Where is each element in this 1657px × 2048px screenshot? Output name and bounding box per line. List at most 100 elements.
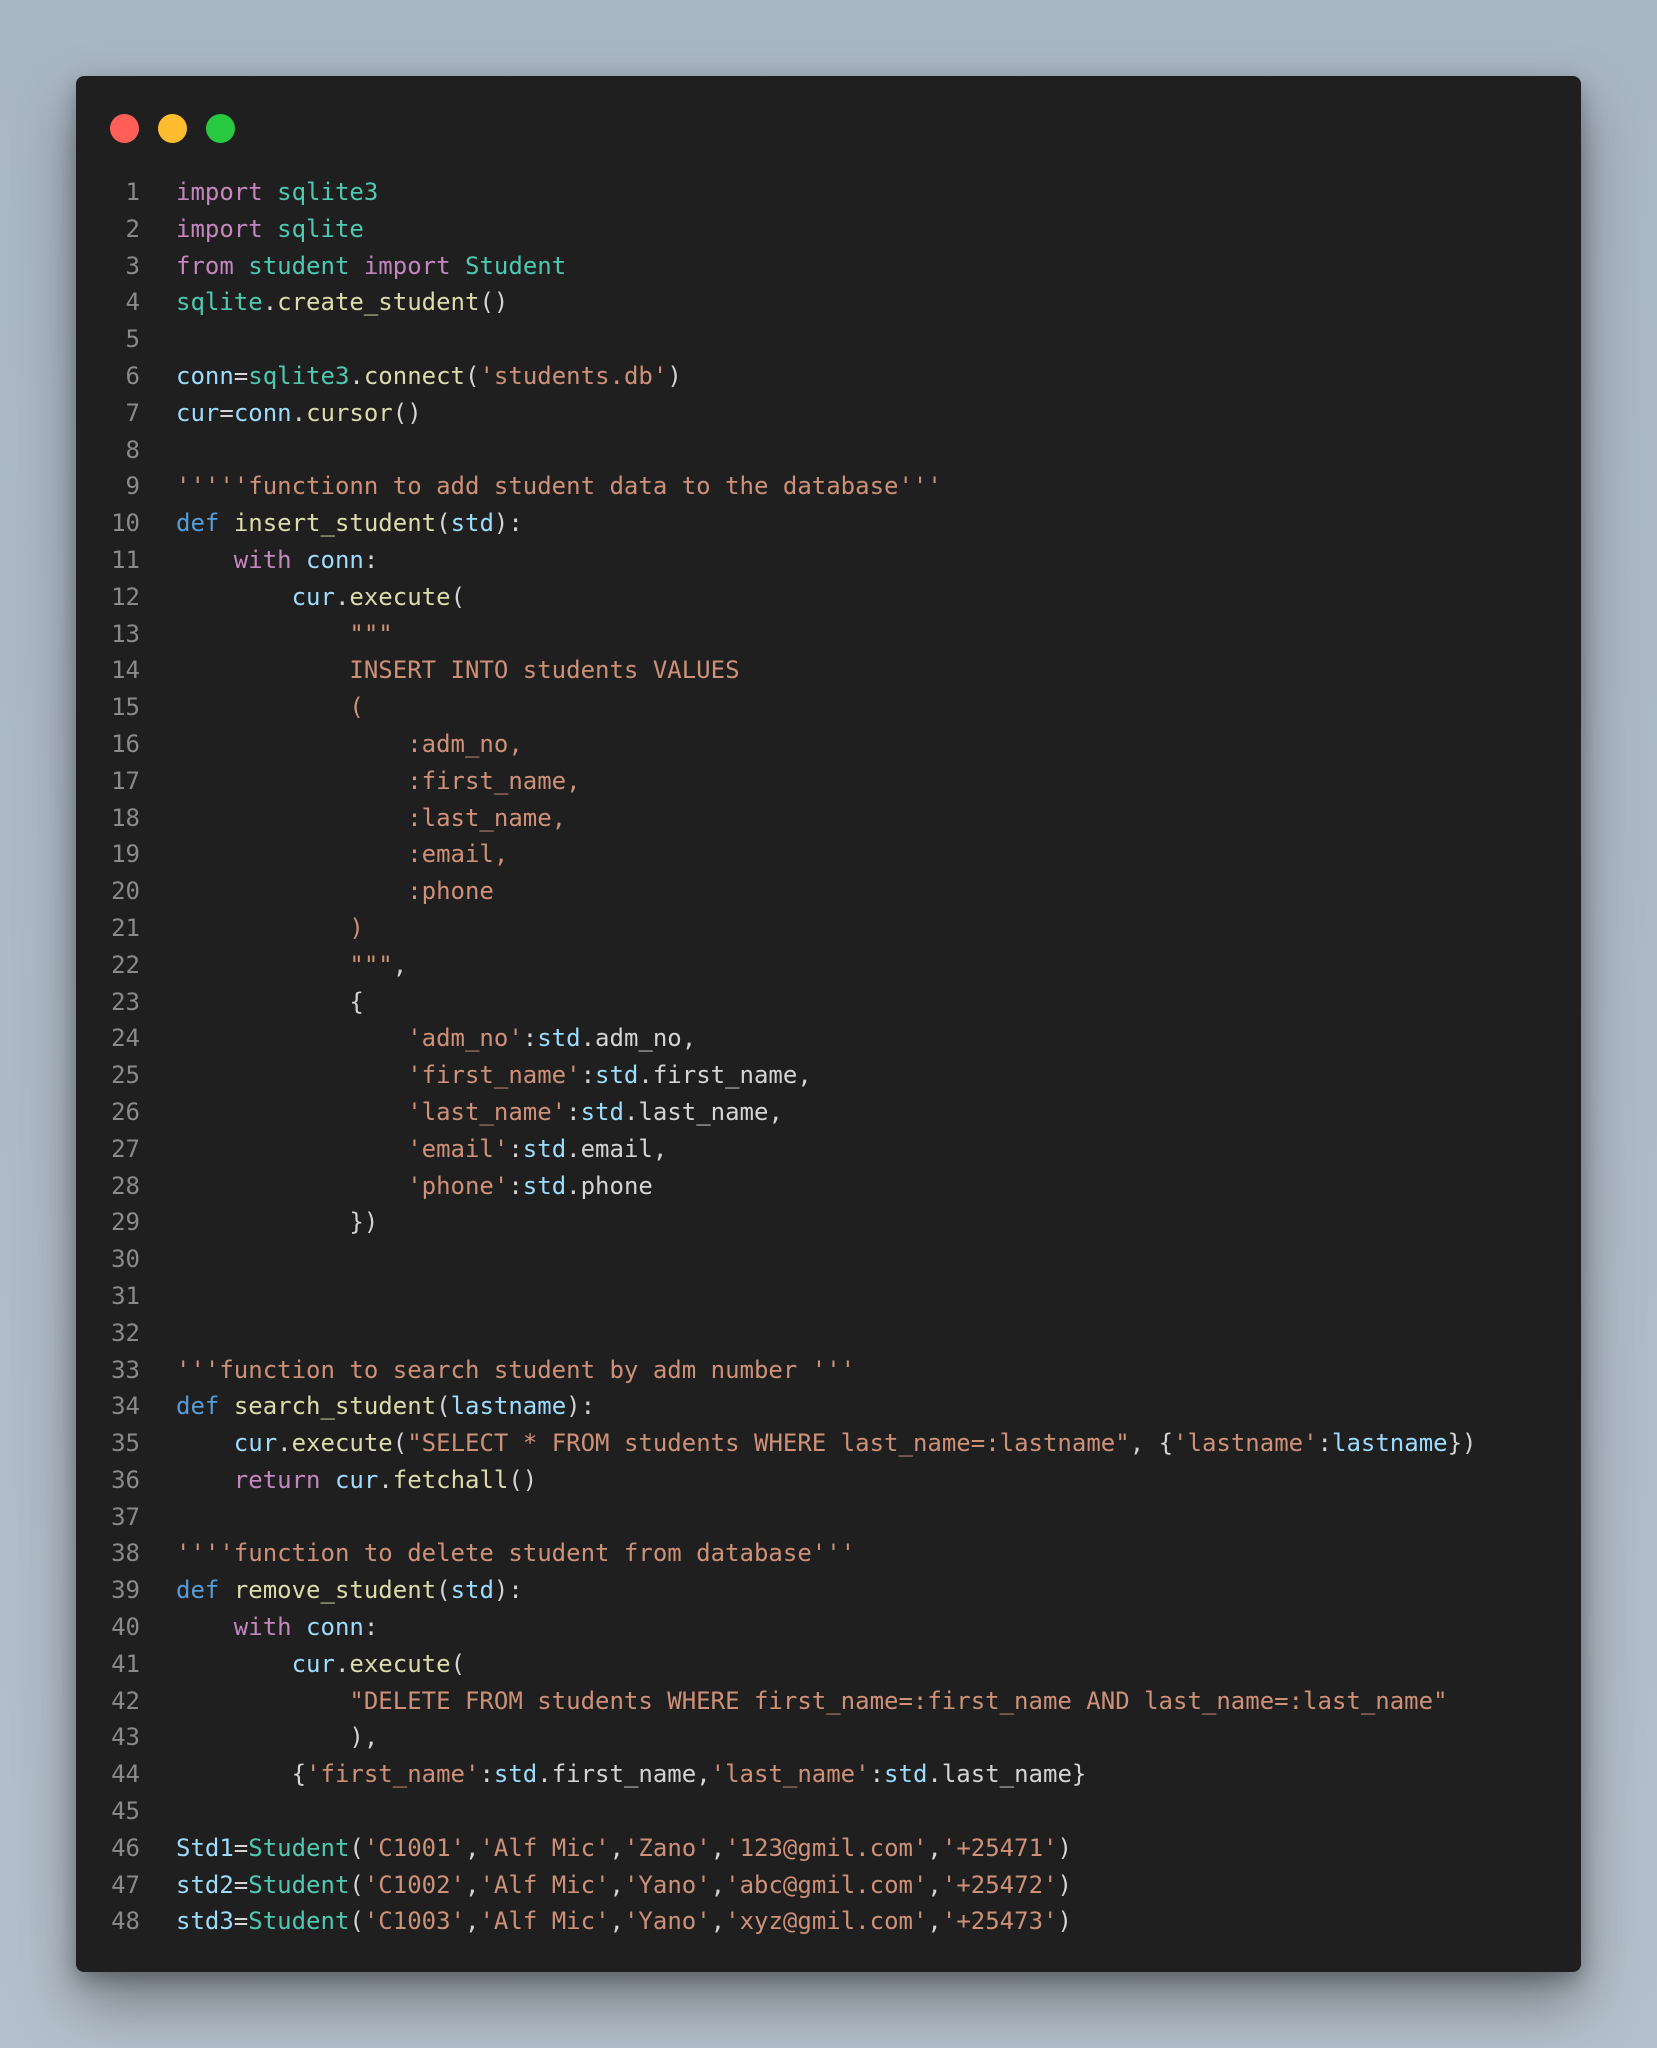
code-token: 'students.db' <box>479 361 668 390</box>
code-token: std <box>884 1760 928 1789</box>
code-line: 9 '''''functionn to add student data to t… <box>76 468 1581 505</box>
code-token: '123@gmil.com' <box>725 1833 928 1862</box>
line-number: 2 <box>125 214 140 243</box>
code-token: student <box>248 251 350 280</box>
code-token: . <box>277 1429 292 1458</box>
line-source: def search_student(lastname): <box>176 1388 595 1425</box>
code-token: , <box>609 1870 624 1899</box>
code-token: , <box>465 1870 480 1899</box>
code-token: : <box>508 1171 523 1200</box>
code-line: 31 <box>76 1278 1581 1315</box>
code-line: 6 conn=sqlite3.connect('students.db') <box>76 358 1581 395</box>
code-token: '+25471' <box>941 1833 1058 1862</box>
code-token: ( <box>349 1907 364 1936</box>
line-source: """, <box>176 947 407 984</box>
line-number: 25 <box>111 1061 140 1090</box>
code-token: }) <box>176 1208 379 1237</box>
line-number: 10 <box>111 509 140 538</box>
code-token: . <box>291 398 307 427</box>
code-line: 46 Std1=Student('C1001','Alf Mic','Zano',… <box>76 1830 1581 1867</box>
line-number: 48 <box>111 1907 140 1936</box>
code-token: = <box>233 1870 249 1899</box>
code-token: std <box>450 509 494 538</box>
code-token: .last_name} <box>927 1760 1087 1789</box>
code-token: :email, <box>407 840 509 869</box>
line-source: return cur.fetchall() <box>176 1462 537 1499</box>
code-token: = <box>233 1907 249 1936</box>
code-token: std <box>450 1576 494 1605</box>
line-number: 24 <box>111 1024 140 1053</box>
code-line: 8 <box>76 432 1581 469</box>
code-token: ( <box>436 1392 451 1421</box>
code-token: : <box>1317 1429 1332 1458</box>
line-number: 32 <box>111 1318 140 1347</box>
code-token: def <box>176 1576 220 1605</box>
code-token: ) <box>667 361 682 390</box>
line-number: 28 <box>111 1171 140 1200</box>
line-number: 31 <box>111 1281 140 1310</box>
line-number: 8 <box>125 435 140 464</box>
code-token: ): <box>493 1576 523 1605</box>
code-token: 'phone' <box>407 1171 509 1200</box>
code-token: '''''functionn to add student data to th… <box>176 472 942 501</box>
code-token: INSERT INTO students VALUES <box>349 656 740 685</box>
code-token: sqlite <box>176 288 263 317</box>
line-number: 37 <box>111 1502 140 1531</box>
code-token: std <box>522 1134 567 1163</box>
line-number: 17 <box>111 766 140 795</box>
code-token: fetchall <box>392 1465 509 1494</box>
code-token: . <box>334 582 350 611</box>
line-number: 15 <box>111 693 140 722</box>
line-number: 1 <box>125 178 140 206</box>
line-number: 29 <box>111 1208 140 1237</box>
line-source: '''''functionn to add student data to th… <box>176 468 942 505</box>
code-token: insert_student <box>233 509 437 538</box>
code-line: 25 'first_name':std.first_name, <box>76 1057 1581 1094</box>
code-line: 34 def search_student(lastname): <box>76 1388 1581 1425</box>
minimize-button[interactable] <box>158 114 187 143</box>
line-number: 30 <box>111 1245 140 1274</box>
code-token: cur <box>334 1465 379 1494</box>
line-source: with conn: <box>176 1609 379 1646</box>
maximize-button[interactable] <box>206 114 235 143</box>
code-token: , <box>710 1870 726 1899</box>
code-token: 'first_name' <box>407 1061 581 1090</box>
code-line: 36 return cur.fetchall() <box>76 1462 1581 1499</box>
code-token: ) <box>1057 1833 1072 1862</box>
code-line: 39 def remove_student(std): <box>76 1572 1581 1609</box>
code-token: , { <box>1129 1429 1174 1458</box>
line-source: :last_name, <box>176 800 566 837</box>
code-token: , <box>710 1907 726 1936</box>
code-line: 20 :phone <box>76 873 1581 910</box>
code-token: , <box>927 1870 942 1899</box>
code-line: 2 import sqlite <box>76 211 1581 248</box>
code-token: ): <box>493 509 523 538</box>
line-number: 33 <box>111 1355 140 1384</box>
line-source: cur=conn.cursor() <box>176 395 422 432</box>
code-line: 45 <box>76 1793 1581 1830</box>
code-token: cur <box>233 1429 278 1458</box>
code-token: std <box>493 1760 538 1789</box>
line-number: 9 <box>125 472 140 501</box>
line-number: 19 <box>111 840 140 869</box>
code-token: '''function to search student by adm num… <box>176 1355 856 1384</box>
close-button[interactable] <box>110 114 139 143</box>
line-number: 34 <box>111 1392 140 1421</box>
code-token: () <box>392 398 422 427</box>
code-token: .phone <box>566 1171 653 1200</box>
code-token: 'lastname' <box>1173 1429 1318 1458</box>
code-line: 24 'adm_no':std.adm_no, <box>76 1020 1581 1057</box>
code-token: lastname <box>450 1392 567 1421</box>
code-line: 3 from student import Student <box>76 248 1581 285</box>
